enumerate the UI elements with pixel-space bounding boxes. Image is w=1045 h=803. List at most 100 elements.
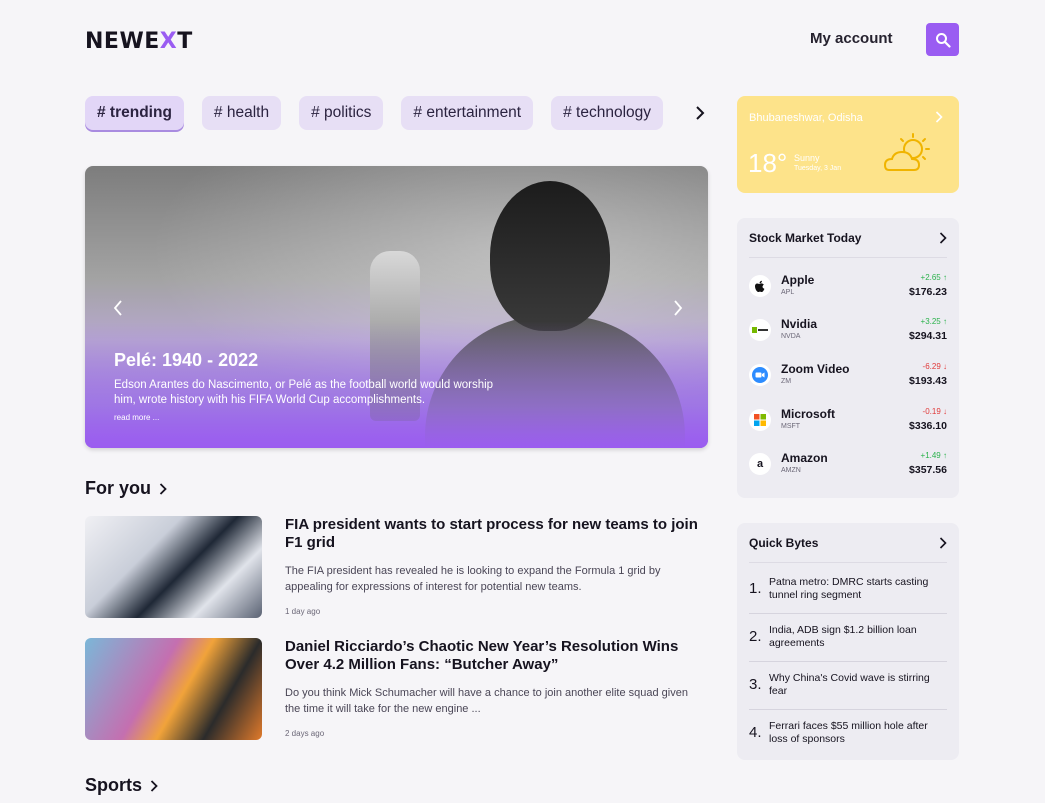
quick-byte-item[interactable]: 2. India, ADB sign $1.2 billion loan agr… [749, 614, 947, 662]
hero-title: Pelé: 1940 - 2022 [114, 350, 259, 370]
quick-byte-item[interactable]: 3. Why China's Covid wave is stirring fe… [749, 662, 947, 710]
chevron-right-icon [935, 111, 943, 123]
hero-carousel[interactable]: Pelé: 1940 - 2022 Edson Arantes do Nasci… [85, 166, 708, 448]
stock-name: Amazon [781, 451, 828, 465]
stock-price: $336.10 [909, 420, 947, 432]
quick-byte-item[interactable]: 4. Ferrari faces $55 million hole after … [749, 710, 947, 758]
weather-condition: Sunny [794, 153, 820, 163]
weather-date: Tuesday, 3 Jan [794, 165, 842, 172]
weather-widget[interactable]: Bhubaneshwar, Odisha 18° Sunny Tuesday, … [737, 96, 959, 193]
article-title[interactable]: Daniel Ricciardo’s Chaotic New Year’s Re… [285, 638, 705, 674]
carousel-next-button[interactable] [669, 298, 687, 318]
nvidia-logo-icon [749, 319, 771, 341]
search-icon [935, 32, 951, 48]
chevron-right-icon [674, 300, 683, 316]
tag-politics[interactable]: # politics [299, 96, 384, 130]
arrow-down-icon: ↓ [943, 362, 947, 371]
stock-row[interactable]: Microsoft MSFT -0.19 ↓ $336.10 [749, 405, 947, 437]
tag-entertainment[interactable]: # entertainment [401, 96, 534, 130]
stock-name: Nvidia [781, 317, 818, 331]
article-thumbnail [85, 638, 262, 740]
stock-card-header[interactable]: Stock Market Today [749, 218, 947, 258]
stock-name: Zoom Video [781, 362, 850, 376]
weather-location: Bhubaneshwar, Odisha [749, 112, 863, 124]
stock-symbol: MSFT [781, 423, 801, 430]
article-timestamp: 1 day ago [285, 607, 321, 616]
stock-price: $357.56 [909, 464, 947, 476]
quick-byte-number: 4. [749, 724, 762, 741]
microsoft-logo-icon [749, 409, 771, 431]
article-thumbnail [85, 516, 262, 618]
logo-accent: X [159, 29, 178, 54]
stock-row[interactable]: Apple APL +2.65 ↑ $176.23 [749, 271, 947, 303]
logo[interactable]: NEWEXT [85, 29, 193, 54]
quick-bytes-title: Quick Bytes [749, 535, 819, 550]
stock-symbol: AMZN [781, 467, 801, 474]
sports-label: Sports [85, 775, 143, 795]
stock-change: +2.65 ↑ [920, 273, 947, 282]
stock-symbol: APL [781, 289, 795, 296]
tag-health[interactable]: # health [201, 96, 282, 130]
sports-heading[interactable]: Sports [85, 775, 158, 796]
carousel-prev-button[interactable] [109, 298, 127, 318]
arrow-up-icon: ↑ [943, 273, 947, 282]
stock-row[interactable]: Nvidia NVDA +3.25 ↑ $294.31 [749, 315, 947, 347]
quick-byte-number: 3. [749, 676, 762, 693]
for-you-label: For you [85, 478, 151, 498]
article-card[interactable]: Daniel Ricciardo’s Chaotic New Year’s Re… [85, 638, 705, 740]
article-description: The FIA president has revealed he is loo… [285, 565, 661, 593]
arrow-up-icon: ↑ [943, 317, 947, 326]
stock-change: -0.19 ↓ [922, 407, 947, 416]
tag-trending[interactable]: # trending [85, 96, 184, 130]
stock-card-title: Stock Market Today [749, 230, 862, 245]
partly-sunny-icon [883, 133, 930, 171]
quick-byte-text: Patna metro: DMRC starts casting tunnel … [769, 576, 929, 601]
arrow-up-icon: ↑ [943, 451, 947, 460]
chevron-right-icon [159, 482, 167, 495]
amazon-logo-icon: a [749, 453, 771, 475]
quick-byte-item[interactable]: 1. Patna metro: DMRC starts casting tunn… [749, 566, 947, 614]
stock-price: $193.43 [909, 375, 947, 387]
chevron-right-icon [696, 106, 705, 120]
stock-row[interactable]: Zoom Video ZM -6.29 ↓ $193.43 [749, 360, 947, 392]
tag-technology[interactable]: # technology [551, 96, 664, 130]
for-you-heading[interactable]: For you [85, 478, 167, 499]
article-description: Do you think Mick Schumacher will have a… [285, 687, 688, 715]
stock-symbol: NVDA [781, 333, 801, 340]
zoom-logo-icon [749, 364, 771, 386]
tags-scroll-right-button[interactable] [690, 102, 710, 124]
stock-symbol: ZM [781, 378, 792, 385]
quick-bytes-header[interactable]: Quick Bytes [749, 523, 947, 563]
search-button[interactable] [926, 23, 959, 56]
logo-text: NEWE [85, 29, 160, 54]
chevron-left-icon [113, 300, 122, 316]
stock-name: Apple [781, 273, 815, 287]
apple-logo-icon [749, 275, 771, 297]
article-title[interactable]: FIA president wants to start process for… [285, 516, 705, 552]
logo-text-end: T [177, 29, 193, 54]
weather-temperature: 18° [748, 148, 788, 178]
quick-byte-text: Ferrari faces $55 million hole after los… [769, 720, 928, 745]
stock-change: -6.29 ↓ [922, 362, 947, 371]
chevron-right-icon [150, 779, 158, 792]
arrow-down-icon: ↓ [943, 407, 947, 416]
stock-name: Microsoft [781, 407, 835, 421]
stock-row[interactable]: a Amazon AMZN +1.49 ↑ $357.56 [749, 449, 947, 481]
stock-change: +3.25 ↑ [920, 317, 947, 326]
article-timestamp: 2 days ago [285, 729, 325, 738]
quick-bytes-card: Quick Bytes 1. Patna metro: DMRC starts … [737, 523, 959, 760]
quick-byte-text: Why China's Covid wave is stirring fear [769, 672, 930, 697]
stock-price: $176.23 [909, 286, 947, 298]
stock-change: +1.49 ↑ [920, 451, 947, 460]
tag-bar: # trending # health # politics # enterta… [85, 96, 685, 132]
article-card[interactable]: FIA president wants to start process for… [85, 516, 705, 618]
my-account-link[interactable]: My account [810, 30, 893, 47]
read-more-link[interactable]: read more ... [114, 413, 159, 422]
chevron-right-icon [939, 536, 947, 549]
stock-market-card: Stock Market Today Apple APL +2.65 ↑ $17… [737, 218, 959, 498]
quick-byte-number: 1. [749, 580, 762, 597]
stock-price: $294.31 [909, 330, 947, 342]
quick-byte-text: India, ADB sign $1.2 billion loan agreem… [769, 624, 917, 649]
hero-description: Edson Arantes do Nascimento, or Pelé as … [114, 379, 494, 406]
quick-byte-number: 2. [749, 628, 762, 645]
